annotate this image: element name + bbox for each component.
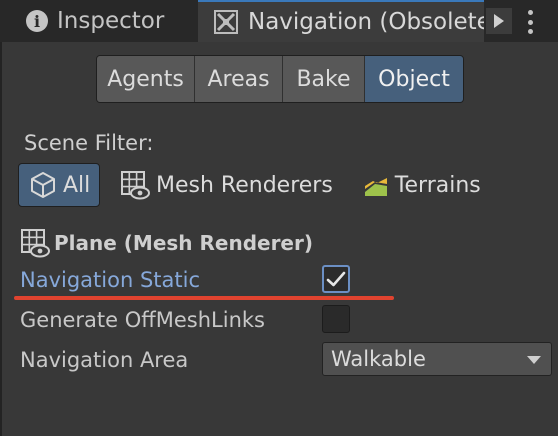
kebab-menu-icon[interactable]	[520, 8, 540, 36]
navigation-area-label: Navigation Area	[20, 348, 189, 372]
navigation-area-value: Walkable	[331, 347, 426, 371]
areas-tab-button[interactable]: Areas	[195, 56, 283, 102]
filter-terrains-button[interactable]: Terrains	[363, 163, 481, 207]
object-tab-button[interactable]: Object	[365, 56, 463, 102]
generate-offmeshlinks-row: Generate OffMeshLinks	[20, 302, 558, 338]
navigation-area-row: Navigation Area Walkable	[20, 342, 558, 378]
checkmark-icon	[326, 271, 346, 287]
navigation-static-row: Navigation Static	[20, 262, 558, 298]
mesh-renderer-icon	[121, 171, 150, 200]
chevron-down-icon	[527, 356, 541, 364]
navigation-static-checkbox[interactable]	[322, 265, 350, 293]
tab-navigation-label: Navigation (Obsolete	[248, 9, 484, 35]
navigation-panel: Agents Areas Bake Object Scene Filter: A…	[0, 42, 558, 436]
navigation-grid-icon	[214, 10, 238, 34]
filter-all-button[interactable]: All	[18, 163, 100, 207]
filter-mesh-renderers-label: Mesh Renderers	[156, 172, 333, 198]
tab-navigation[interactable]: Navigation (Obsolete	[198, 0, 484, 42]
scene-filter-label: Scene Filter:	[24, 131, 154, 155]
tab-bar: i Inspector Navigation (Obsolete	[0, 0, 558, 42]
tab-inspector[interactable]: i Inspector	[0, 0, 196, 42]
agents-tab-button[interactable]: Agents	[97, 56, 195, 102]
generate-offmeshlinks-label: Generate OffMeshLinks	[20, 308, 265, 332]
triangle-right-icon	[494, 14, 504, 28]
bake-tab-button[interactable]: Bake	[283, 56, 365, 102]
navigation-area-dropdown[interactable]: Walkable	[322, 342, 552, 376]
generate-offmeshlinks-checkbox[interactable]	[322, 305, 350, 333]
filter-mesh-renderers-button[interactable]: Mesh Renderers	[120, 163, 333, 207]
tab-inspector-label: Inspector	[57, 8, 165, 34]
info-icon: i	[26, 10, 48, 32]
navigation-mode-toolbar: Agents Areas Bake Object	[96, 55, 464, 103]
filter-all-label: All	[63, 172, 91, 198]
navigation-static-label: Navigation Static	[20, 268, 200, 292]
tab-scroll-button[interactable]	[486, 8, 512, 34]
selected-object-title: Plane (Mesh Renderer)	[20, 228, 313, 258]
annotation-underline	[14, 296, 394, 300]
scene-filter-group: All Mesh Renderers Terrains	[18, 163, 481, 207]
filter-terrains-label: Terrains	[394, 172, 481, 198]
terrain-icon	[364, 178, 387, 196]
selected-object-name: Plane (Mesh Renderer)	[54, 231, 314, 255]
cube-icon	[31, 172, 55, 198]
mesh-renderer-icon	[21, 229, 50, 258]
